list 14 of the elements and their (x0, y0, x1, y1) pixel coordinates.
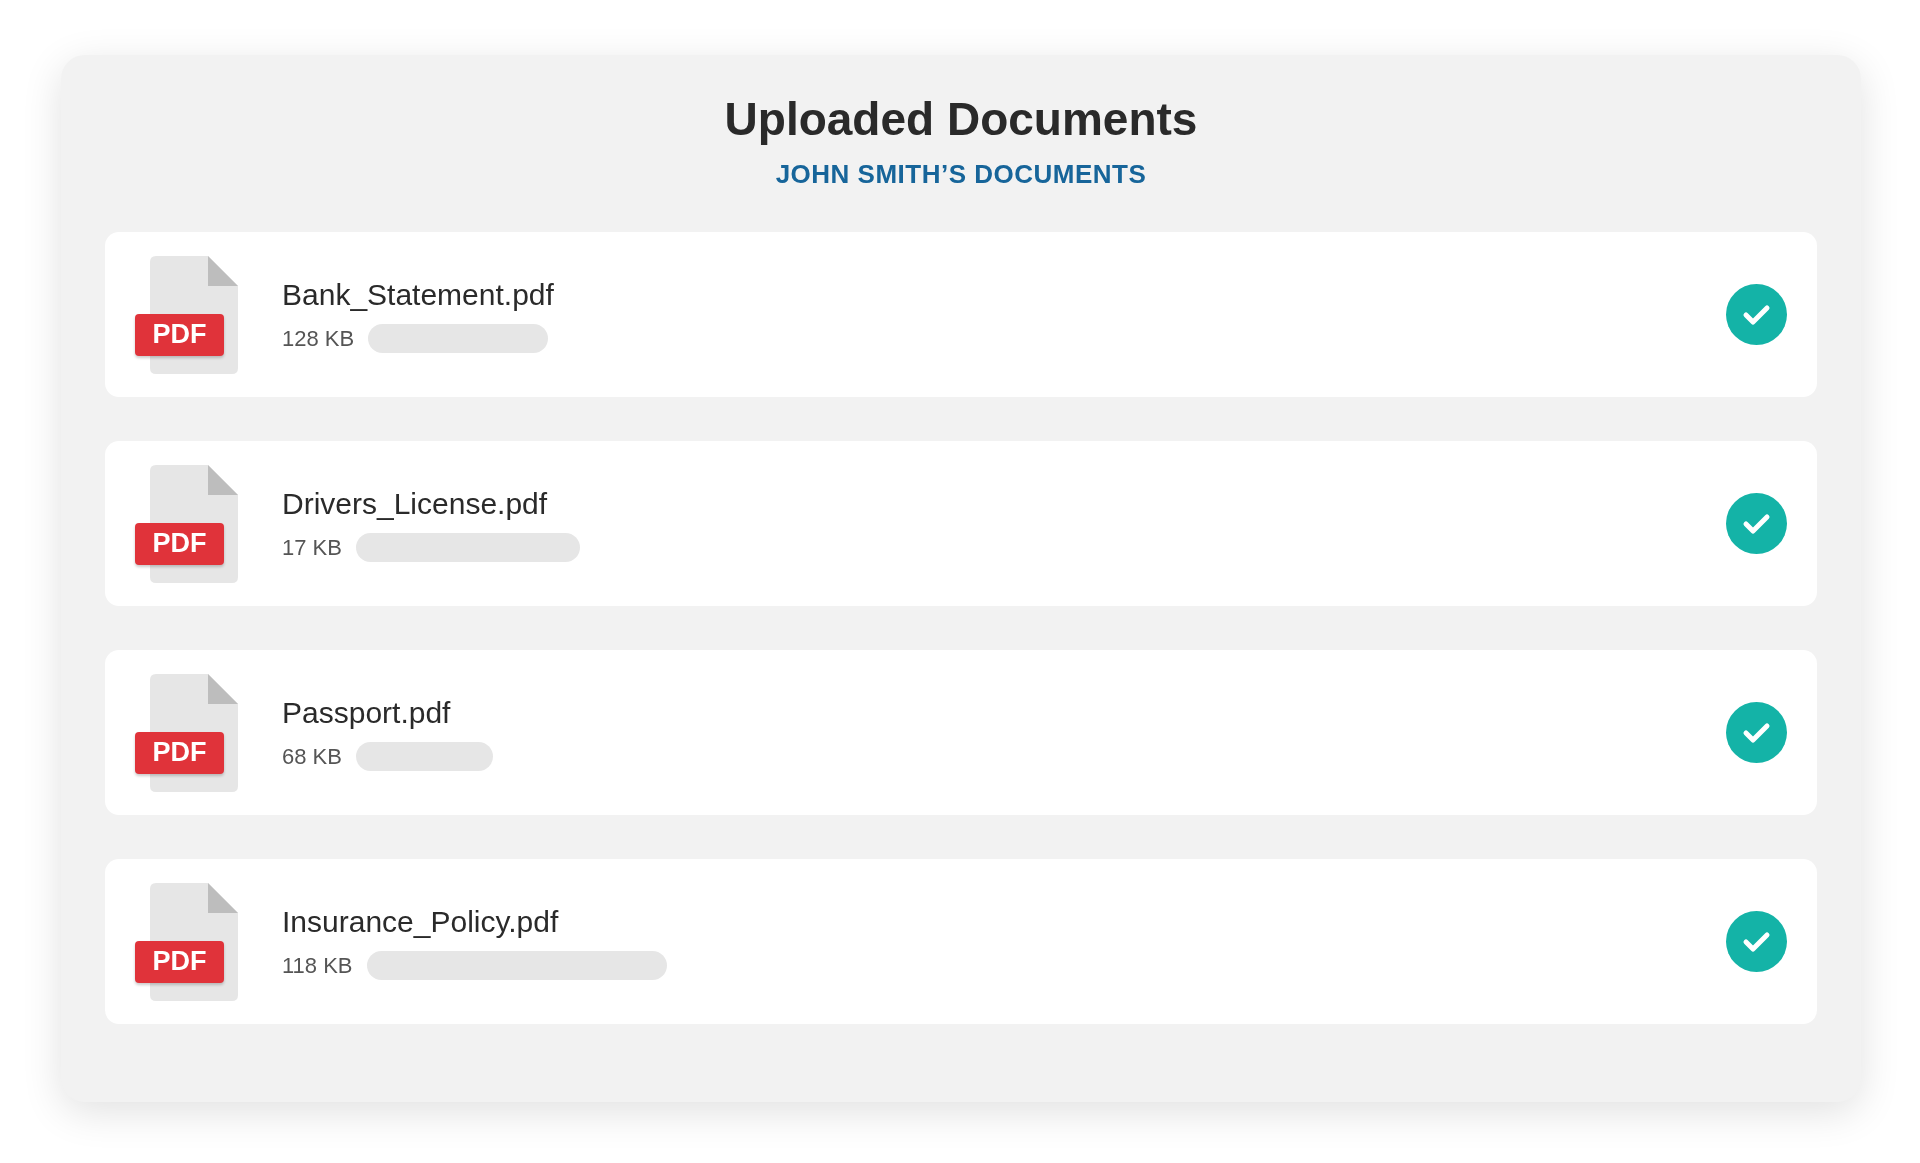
file-name: Insurance_Policy.pdf (282, 904, 560, 940)
file-type-label: PDF (135, 522, 224, 565)
file-type-label: PDF (135, 731, 224, 774)
page-title: Uploaded Documents (724, 92, 1198, 147)
file-size: 118 KB (282, 951, 353, 980)
file-name: Bank_Statement.pdf (282, 277, 554, 313)
file-size: 68 KB (282, 742, 342, 771)
page-subtitle: JOHN SMITH’S DOCUMENTS (775, 158, 1147, 191)
file-type-label: PDF (135, 313, 224, 356)
file-size: 128 KB (282, 324, 355, 353)
file-size: 17 KB (282, 533, 342, 562)
file-name: Drivers_License.pdf (282, 486, 549, 522)
file-type-label: PDF (135, 940, 224, 983)
file-name: Passport.pdf (282, 695, 452, 731)
